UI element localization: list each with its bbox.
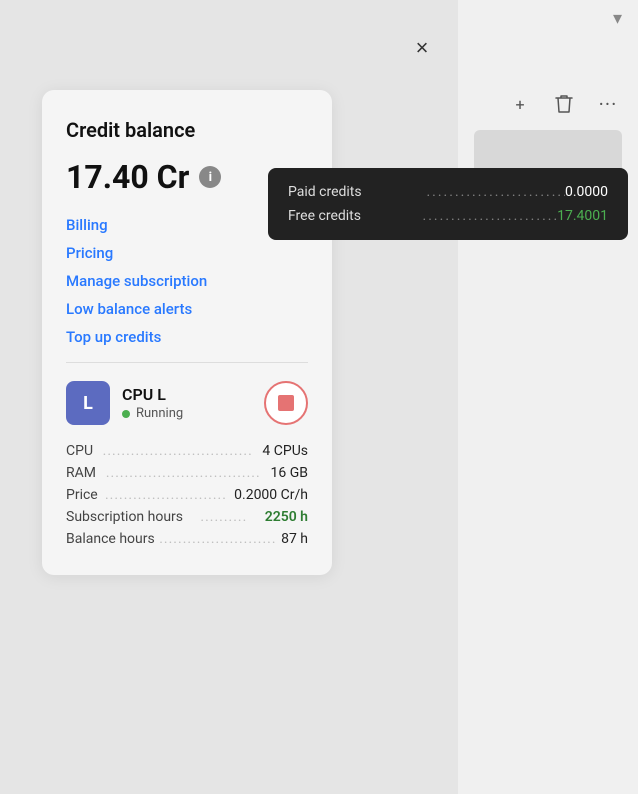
stop-button[interactable] — [264, 381, 308, 425]
status-label: Running — [136, 406, 183, 421]
spec-price-dots: .......................... — [98, 487, 234, 503]
status-dot-running — [122, 410, 130, 418]
spec-price: Price .......................... 0.2000 … — [66, 487, 308, 503]
spec-ram-value: 16 GB — [271, 465, 308, 481]
spec-subscription-hours: Subscription hours .......... 2250 h — [66, 509, 308, 525]
credits-tooltip: Paid credits .......................... … — [268, 168, 628, 240]
spec-cpu: CPU ................................ 4 C… — [66, 443, 308, 459]
instance-name: CPU L — [122, 385, 183, 404]
instance-info: L CPU L Running — [66, 381, 183, 425]
specs-list: CPU ................................ 4 C… — [66, 443, 308, 547]
divider — [66, 362, 308, 363]
manage-subscription-link[interactable]: Manage subscription — [66, 272, 308, 290]
tooltip-free-value: 17.4001 — [557, 208, 608, 224]
instance-icon: L — [66, 381, 110, 425]
background-panel — [458, 0, 638, 794]
spec-cpu-label: CPU — [66, 443, 93, 459]
spec-cpu-dots: ................................ — [93, 443, 262, 459]
credit-balance-card: Credit balance 17.40 Cr i Billing Pricin… — [42, 90, 332, 575]
card-title: Credit balance — [66, 118, 308, 142]
spec-price-label: Price — [66, 487, 98, 503]
info-icon[interactable]: i — [199, 166, 221, 188]
top-up-credits-link[interactable]: Top up credits — [66, 328, 308, 346]
instance-status: Running — [122, 406, 183, 421]
tooltip-free-dots: ......................... — [423, 208, 558, 224]
spec-ram-dots: ................................. — [96, 465, 271, 481]
tooltip-free-label: Free credits — [288, 208, 423, 224]
close-button[interactable]: × — [406, 32, 438, 64]
instance-row: L CPU L Running — [66, 381, 308, 425]
balance-amount: 17.40 Cr — [66, 158, 189, 196]
spec-ram: RAM ................................. 16… — [66, 465, 308, 481]
spec-balance-hours: Balance hours ......................... … — [66, 531, 308, 547]
tooltip-paid-label: Paid credits — [288, 184, 426, 200]
tooltip-free-row: Free credits ......................... 1… — [288, 208, 608, 224]
spec-ram-label: RAM — [66, 465, 96, 481]
spec-balance-hours-label: Balance hours — [66, 531, 155, 547]
instance-details: CPU L Running — [122, 385, 183, 421]
spec-balance-hours-value: 87 h — [281, 531, 308, 547]
tooltip-paid-dots: .......................... — [426, 184, 564, 200]
spec-price-value: 0.2000 Cr/h — [234, 487, 308, 503]
add-icon[interactable]: + — [506, 90, 534, 118]
spec-balance-hours-dots: ......................... — [155, 531, 281, 547]
delete-icon[interactable] — [550, 90, 578, 118]
tooltip-paid-value: 0.0000 — [565, 184, 608, 200]
low-balance-alerts-link[interactable]: Low balance alerts — [66, 300, 308, 318]
toolbar: + ··· — [506, 90, 622, 118]
spec-subscription-hours-value: 2250 h — [265, 509, 308, 525]
tooltip-paid-row: Paid credits .......................... … — [288, 184, 608, 200]
spec-subscription-hours-label: Subscription hours — [66, 509, 183, 525]
spec-cpu-value: 4 CPUs — [262, 443, 308, 459]
pricing-link[interactable]: Pricing — [66, 244, 308, 262]
more-options-icon[interactable]: ··· — [594, 90, 622, 118]
spec-subscription-hours-dots: .......... — [183, 509, 265, 525]
stop-icon — [278, 395, 294, 411]
chevron-down-icon[interactable]: ▾ — [613, 8, 622, 29]
